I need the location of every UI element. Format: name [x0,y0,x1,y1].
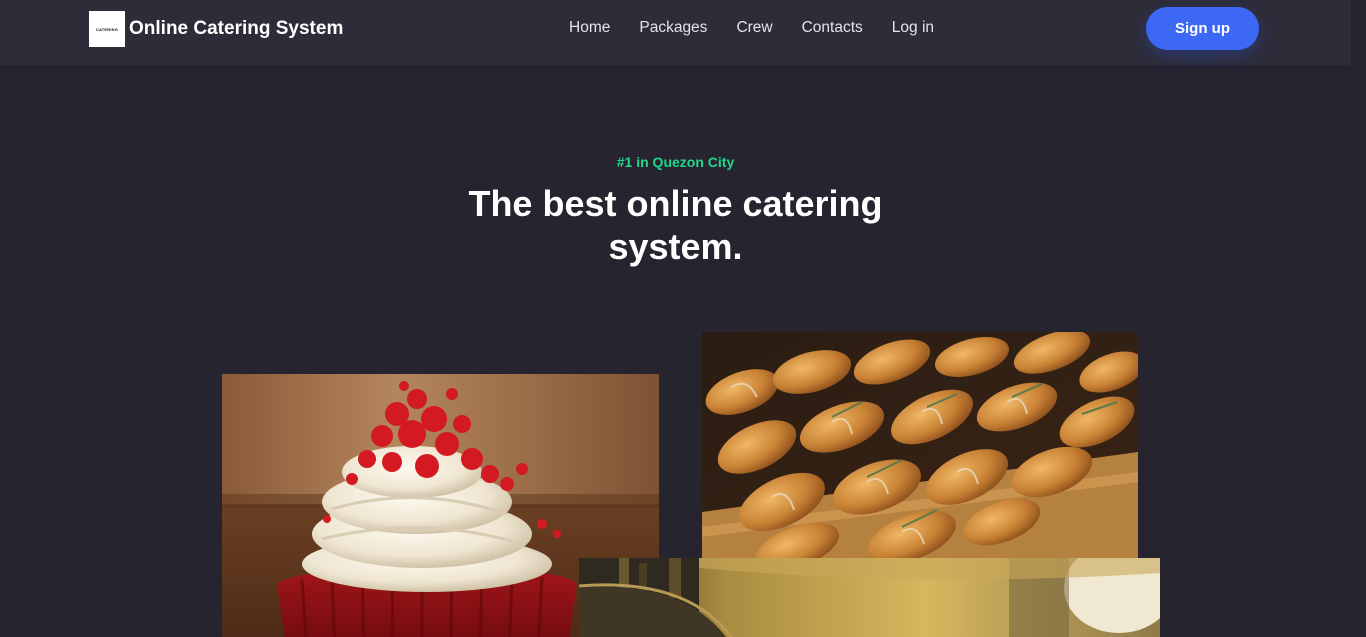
main-nav: Home Packages Crew Contacts Log in [569,19,963,37]
nav-contacts[interactable]: Contacts [802,19,863,37]
croissant-image [702,332,1138,558]
hero-headline: The best online catering system. [468,183,883,267]
signup-button[interactable]: Sign up [1146,7,1259,50]
hero-eyebrow: #1 in Quezon City [616,154,735,170]
brand-name: Online Catering System [129,18,344,39]
restaurant-interior-image [579,558,1160,637]
page: CATERING Online Catering System Home Pac… [0,0,1351,637]
brand-logo-text: CATERING [95,26,119,32]
brand-link[interactable]: CATERING Online Catering System [89,11,343,47]
brand-logo: CATERING [89,11,125,47]
nav-login[interactable]: Log in [892,19,934,37]
nav-crew[interactable]: Crew [736,19,772,37]
nav-home[interactable]: Home [569,19,610,37]
nav-packages[interactable]: Packages [639,19,707,37]
navbar: CATERING Online Catering System Home Pac… [0,0,1351,65]
